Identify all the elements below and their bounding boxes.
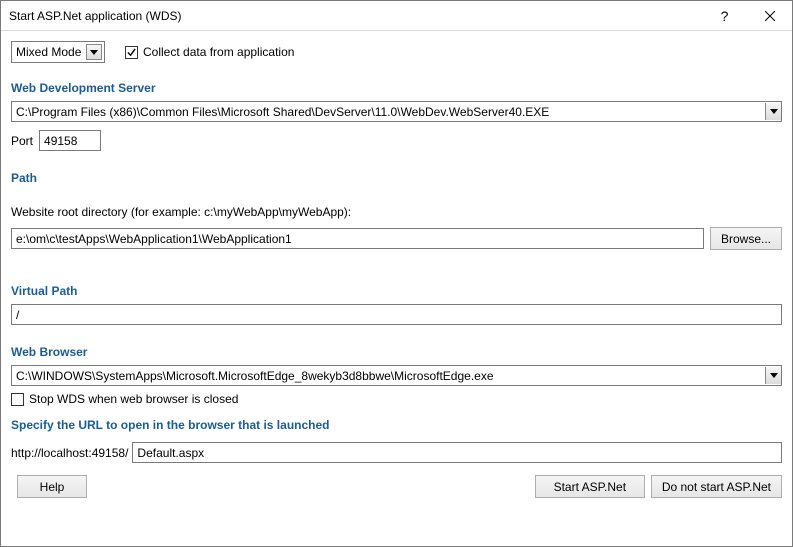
chevron-down-icon	[765, 103, 781, 120]
check-icon	[11, 393, 24, 406]
window-title: Start ASP.Net application (WDS)	[1, 9, 702, 23]
titlebar: Start ASP.Net application (WDS) ?	[1, 1, 792, 31]
check-icon	[125, 46, 138, 59]
path-heading: Path	[11, 171, 782, 185]
browser-executable-combo[interactable]: C:\WINDOWS\SystemApps\Microsoft.Microsof…	[11, 365, 782, 386]
do-not-start-button[interactable]: Do not start ASP.Net	[651, 475, 782, 498]
stop-wds-checkbox[interactable]: Stop WDS when web browser is closed	[11, 392, 782, 406]
path-hint-label: Website root directory (for example: c:\…	[11, 205, 782, 219]
virtual-path-input[interactable]	[11, 304, 782, 325]
browse-button[interactable]: Browse...	[710, 227, 782, 250]
help-icon[interactable]: ?	[702, 1, 747, 31]
dialog-window: Start ASP.Net application (WDS) ? Mixed …	[0, 0, 793, 547]
footer-row: Help Start ASP.Net Do not start ASP.Net	[11, 475, 782, 498]
chevron-down-icon	[765, 367, 781, 384]
web-browser-heading: Web Browser	[11, 345, 782, 359]
url-page-input[interactable]	[132, 442, 782, 463]
website-root-input[interactable]	[11, 228, 704, 249]
start-button[interactable]: Start ASP.Net	[535, 475, 645, 498]
url-static-label: http://localhost:49158/	[11, 446, 128, 460]
wds-executable-value: C:\Program Files (x86)\Common Files\Micr…	[12, 105, 765, 119]
collect-data-checkbox[interactable]: Collect data from application	[125, 45, 294, 59]
path-row: Browse...	[11, 227, 782, 250]
chevron-down-icon	[86, 44, 102, 60]
virtual-path-heading: Virtual Path	[11, 284, 782, 298]
collect-data-label: Collect data from application	[143, 45, 294, 59]
url-row: http://localhost:49158/	[11, 442, 782, 463]
port-row: Port	[11, 130, 782, 151]
stop-wds-label: Stop WDS when web browser is closed	[29, 392, 238, 406]
dialog-content: Mixed Mode Collect data from application…	[1, 31, 792, 546]
top-row: Mixed Mode Collect data from application	[11, 41, 782, 63]
port-label: Port	[11, 134, 33, 148]
mode-select[interactable]: Mixed Mode	[11, 41, 105, 63]
browser-executable-value: C:\WINDOWS\SystemApps\Microsoft.Microsof…	[12, 369, 765, 383]
wds-heading: Web Development Server	[11, 81, 782, 95]
close-icon[interactable]	[747, 1, 792, 31]
mode-select-label: Mixed Mode	[16, 45, 86, 59]
help-button[interactable]: Help	[17, 475, 87, 498]
wds-executable-combo[interactable]: C:\Program Files (x86)\Common Files\Micr…	[11, 101, 782, 122]
url-spec-heading: Specify the URL to open in the browser t…	[11, 418, 782, 432]
port-input[interactable]	[39, 130, 101, 151]
